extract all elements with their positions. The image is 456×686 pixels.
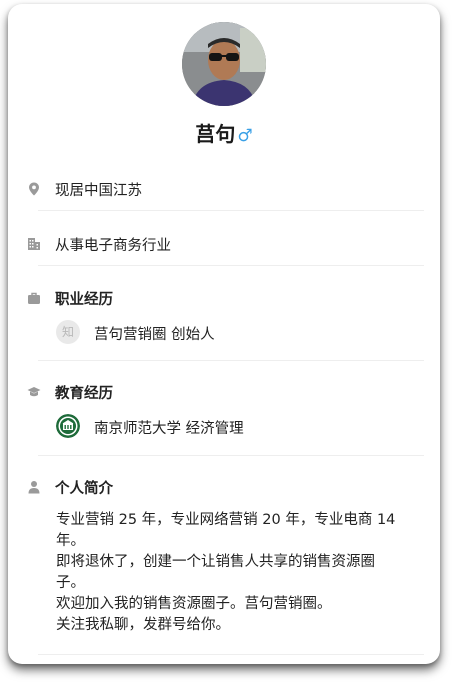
bio-line: 年。 xyxy=(56,533,85,549)
bio-title: 个人简介 xyxy=(55,481,113,497)
divider xyxy=(38,210,424,211)
divider xyxy=(38,265,424,266)
bio-line: 子。 xyxy=(56,575,85,591)
profile-name-row: 莒句 ♂ xyxy=(8,118,440,147)
divider xyxy=(38,654,424,655)
industry-row: 从事电子商务行业 xyxy=(8,233,440,255)
education-title: 教育经历 xyxy=(55,386,113,402)
education-section-header: 教育经历 xyxy=(8,381,440,403)
career-section-header: 职业经历 xyxy=(8,287,440,309)
briefcase-icon xyxy=(28,292,40,304)
profile-name: 莒句 xyxy=(195,122,236,146)
bio-line: 专业营销 25 年，专业网络营销 20 年，专业电商 14 xyxy=(56,512,396,528)
profile-card: 莒句 ♂ 现居中国江苏 从事电子商务行业 职业经历 知 莒句营销圈 创始人 教育… xyxy=(8,4,440,664)
education-entry[interactable]: 南京师范大学 经济管理 xyxy=(8,412,440,440)
bio-line: 即将退休了，创建一个让销售人共享的销售资源圈 xyxy=(56,554,375,570)
zhihu-logo-icon: 知 xyxy=(56,320,80,344)
building-icon xyxy=(28,238,40,250)
university-emblem-icon xyxy=(56,414,80,438)
career-title: 职业经历 xyxy=(55,292,113,308)
male-gender-icon: ♂ xyxy=(237,126,253,146)
location-text: 现居中国江苏 xyxy=(55,183,142,199)
bio-text: 专业营销 25 年，专业网络营销 20 年，专业电商 14 年。 即将退休了，创… xyxy=(56,510,426,636)
industry-text: 从事电子商务行业 xyxy=(55,238,171,254)
bio-line: 欢迎加入我的销售资源圈子。莒句营销圈。 xyxy=(56,596,332,612)
location-row: 现居中国江苏 xyxy=(8,178,440,200)
divider xyxy=(38,360,424,361)
graduation-cap-icon xyxy=(27,387,41,397)
divider xyxy=(38,455,424,456)
location-pin-icon xyxy=(29,182,39,196)
person-icon xyxy=(28,481,40,494)
career-entry[interactable]: 知 莒句营销圈 创始人 xyxy=(8,318,440,346)
career-entry-text: 莒句营销圈 创始人 xyxy=(94,327,215,343)
education-entry-text: 南京师范大学 经济管理 xyxy=(94,421,244,437)
avatar[interactable] xyxy=(182,22,266,106)
bio-section-header: 个人简介 xyxy=(8,476,440,498)
bio-line: 关注我私聊，发群号给你。 xyxy=(56,617,230,633)
